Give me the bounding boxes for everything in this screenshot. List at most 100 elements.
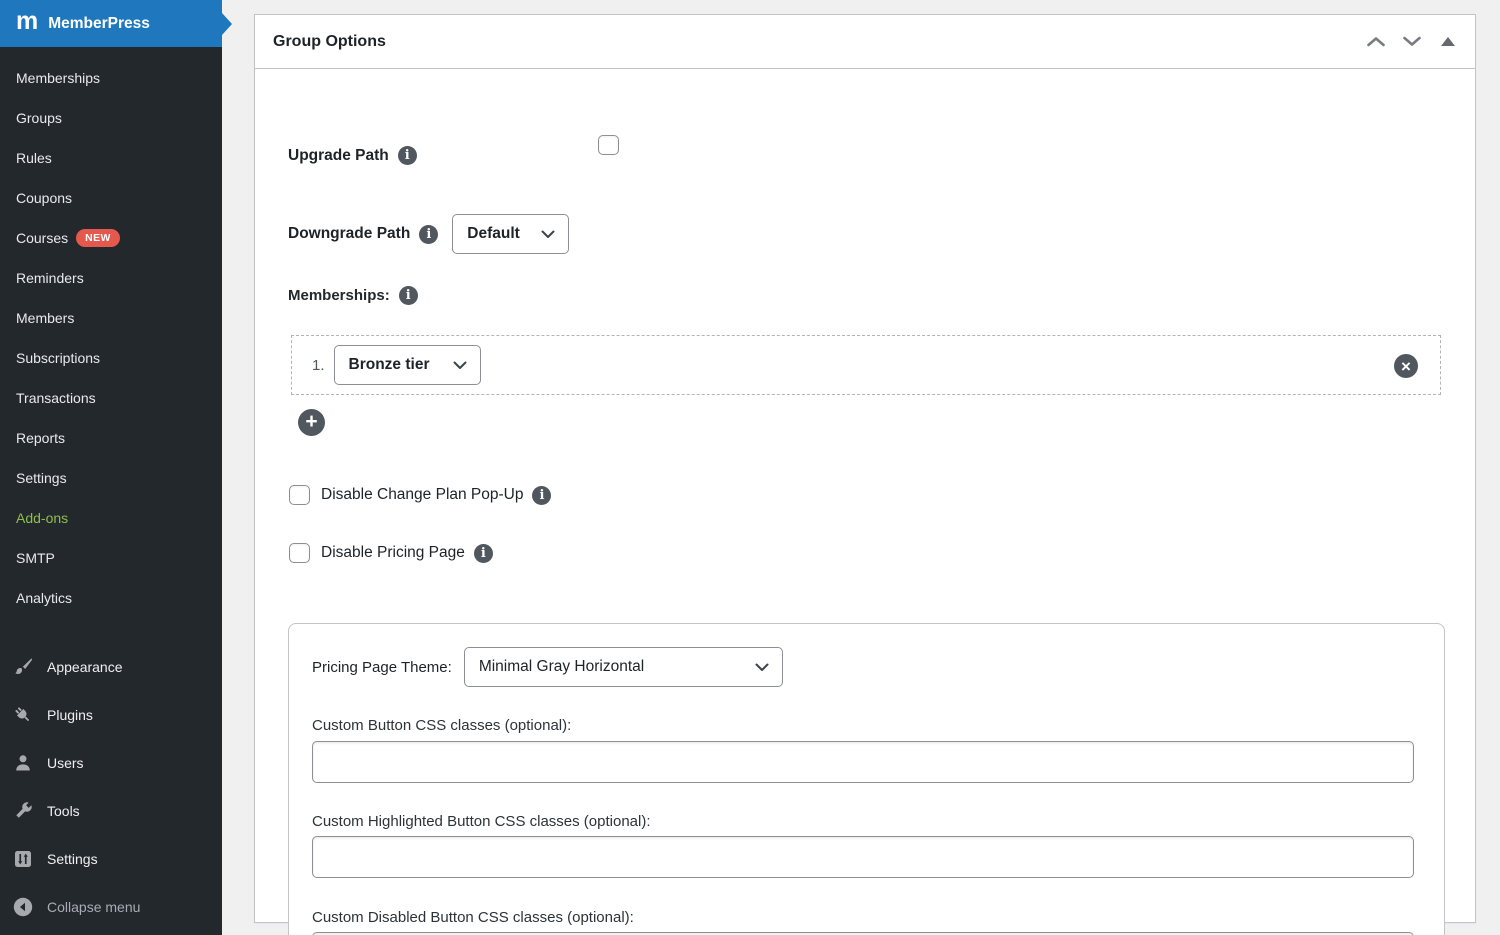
downgrade-path-label: Downgrade Path — [288, 225, 410, 243]
sidebar-item-settings[interactable]: Settings — [0, 458, 222, 498]
upgrade-path-label: Upgrade Path — [288, 147, 389, 165]
sidebar-item-label: Users — [47, 755, 84, 771]
paintbrush-icon — [12, 656, 34, 678]
move-down-icon[interactable] — [1401, 31, 1423, 53]
sidebar-item-coupons[interactable]: Coupons — [0, 178, 222, 218]
sidebar-link-appearance[interactable]: Appearance — [0, 643, 222, 691]
sidebar-item-smtp[interactable]: SMTP — [0, 538, 222, 578]
disable-change-plan-row: Disable Change Plan Pop-Up i — [289, 485, 551, 505]
sidebar-link-groups[interactable]: Groups — [0, 98, 222, 138]
sidebar-link-courses[interactable]: Courses NEW — [0, 218, 222, 258]
sidebar-item-memberships[interactable]: Memberships — [0, 58, 222, 98]
membership-select[interactable]: Bronze tier — [334, 345, 481, 385]
custom-highlighted-button-css-input[interactable] — [312, 836, 1414, 878]
brand-name: MemberPress — [48, 15, 150, 33]
sidebar-item-courses[interactable]: Courses NEW — [0, 218, 222, 258]
sidebar-link-transactions[interactable]: Transactions — [0, 378, 222, 418]
sidebar-item-members[interactable]: Members — [0, 298, 222, 338]
remove-row-icon[interactable]: × — [1394, 354, 1418, 378]
sidebar-link-memberships[interactable]: Memberships — [0, 58, 222, 98]
sidebar-item-label: Add-ons — [16, 510, 68, 526]
memberpress-brand[interactable]: m MemberPress — [0, 0, 222, 47]
disable-change-plan-checkbox[interactable] — [289, 485, 310, 505]
move-up-icon[interactable] — [1365, 31, 1387, 53]
collapse-menu-item[interactable]: Collapse menu — [0, 883, 222, 931]
sidebar-link-plugins[interactable]: Plugins — [0, 691, 222, 739]
info-icon[interactable]: i — [474, 544, 493, 563]
sidebar-link-reminders[interactable]: Reminders — [0, 258, 222, 298]
sidebar-item-plugins[interactable]: Plugins — [0, 691, 222, 739]
sidebar-link-coupons[interactable]: Coupons — [0, 178, 222, 218]
wrench-icon — [12, 800, 34, 822]
sidebar-item-subscriptions[interactable]: Subscriptions — [0, 338, 222, 378]
membership-sortable-row: 1. Bronze tier × — [291, 335, 1441, 395]
sidebar-item-transactions[interactable]: Transactions — [0, 378, 222, 418]
collapse-menu-link[interactable]: Collapse menu — [0, 883, 222, 931]
sidebar-item-label: Members — [16, 310, 74, 326]
sidebar-item-addons[interactable]: Add-ons — [0, 498, 222, 538]
sidebar-item-label: Plugins — [47, 707, 93, 723]
sidebar-link-analytics[interactable]: Analytics — [0, 578, 222, 618]
sidebar-item-label: Reports — [16, 430, 65, 446]
memberpress-logo-icon: m — [16, 9, 37, 34]
sidebar-link-smtp[interactable]: SMTP — [0, 538, 222, 578]
group-options-metabox: Group Options Upgrade Path i Downgrade P… — [254, 14, 1476, 923]
sidebar-item-appearance[interactable]: Appearance — [0, 643, 222, 691]
info-icon[interactable]: i — [419, 225, 438, 244]
wp-admin-menu: Appearance Plugins Users — [0, 643, 222, 931]
memberpress-submenu: Memberships Groups Rules Coupons Courses… — [0, 47, 222, 618]
sidebar-link-subscriptions[interactable]: Subscriptions — [0, 338, 222, 378]
select-value: Bronze tier — [349, 356, 430, 374]
add-membership-icon[interactable]: + — [298, 409, 325, 436]
sidebar-item-label: Groups — [16, 110, 62, 126]
pricing-theme-label: Pricing Page Theme: — [312, 659, 452, 676]
sidebar-item-rules[interactable]: Rules — [0, 138, 222, 178]
sidebar-item-users[interactable]: Users — [0, 739, 222, 787]
sidebar-item-label: Reminders — [16, 270, 84, 286]
sidebar-item-label: Coupons — [16, 190, 72, 206]
disable-pricing-page-label: Disable Pricing Page — [321, 544, 465, 562]
pricing-options-box: Pricing Page Theme: Minimal Gray Horizon… — [288, 623, 1445, 935]
sidebar-item-analytics[interactable]: Analytics — [0, 578, 222, 618]
info-icon[interactable]: i — [399, 286, 418, 305]
sidebar-link-settings[interactable]: Settings — [0, 458, 222, 498]
sidebar-item-label: Memberships — [16, 70, 100, 86]
downgrade-path-select[interactable]: Default — [452, 214, 569, 254]
sidebar-link-wp-settings[interactable]: Settings — [0, 835, 222, 883]
toggle-panel-icon[interactable] — [1437, 31, 1459, 53]
sidebar-item-tools[interactable]: Tools — [0, 787, 222, 835]
sidebar-link-reports[interactable]: Reports — [0, 418, 222, 458]
sidebar-item-label: Subscriptions — [16, 350, 100, 366]
sidebar-link-members[interactable]: Members — [0, 298, 222, 338]
disable-pricing-page-row: Disable Pricing Page i — [289, 543, 493, 563]
chevron-down-icon — [755, 663, 769, 672]
pricing-theme-row: Pricing Page Theme: Minimal Gray Horizon… — [312, 647, 783, 687]
new-badge: NEW — [76, 229, 120, 247]
sidebar-item-label: Courses — [16, 230, 68, 246]
plug-icon — [12, 704, 34, 726]
sidebar-item-reports[interactable]: Reports — [0, 418, 222, 458]
sidebar-item-label: Analytics — [16, 590, 72, 606]
chevron-down-icon — [453, 361, 467, 370]
sidebar-link-rules[interactable]: Rules — [0, 138, 222, 178]
select-value: Default — [467, 225, 520, 243]
sidebar-item-reminders[interactable]: Reminders — [0, 258, 222, 298]
info-icon[interactable]: i — [398, 146, 417, 165]
custom-button-css-input[interactable] — [312, 741, 1414, 783]
metabox-body: Upgrade Path i Downgrade Path i Default … — [255, 69, 1475, 923]
select-value: Minimal Gray Horizontal — [479, 658, 644, 676]
upgrade-path-checkbox[interactable] — [598, 135, 619, 155]
chevron-down-icon — [541, 230, 555, 239]
sidebar-link-tools[interactable]: Tools — [0, 787, 222, 835]
pricing-theme-select[interactable]: Minimal Gray Horizontal — [464, 647, 783, 687]
info-icon[interactable]: i — [532, 486, 551, 505]
sidebar-link-users[interactable]: Users — [0, 739, 222, 787]
disable-pricing-page-checkbox[interactable] — [289, 543, 310, 563]
custom-highlighted-button-css-label: Custom Highlighted Button CSS classes (o… — [312, 813, 651, 830]
custom-disabled-button-css-label: Custom Disabled Button CSS classes (opti… — [312, 909, 634, 926]
sidebar-item-wp-settings[interactable]: Settings — [0, 835, 222, 883]
downgrade-path-row: Downgrade Path i Default — [288, 214, 569, 254]
disable-change-plan-label: Disable Change Plan Pop-Up — [321, 486, 523, 504]
sidebar-item-groups[interactable]: Groups — [0, 98, 222, 138]
sidebar-link-addons[interactable]: Add-ons — [0, 498, 222, 538]
